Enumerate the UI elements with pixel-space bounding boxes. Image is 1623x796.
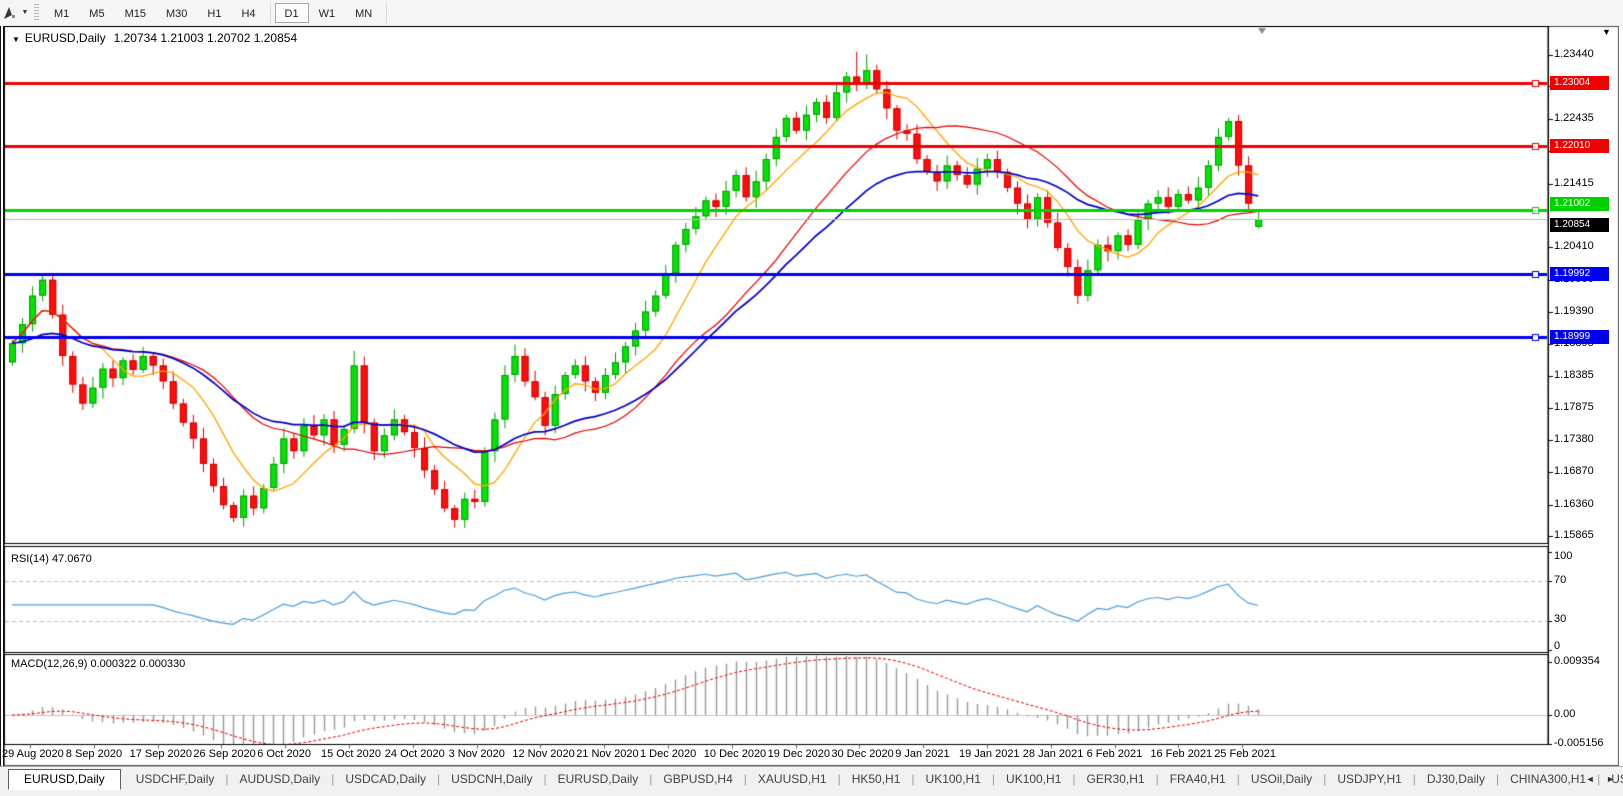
toolbar-separator xyxy=(386,2,388,23)
date-tick-label: 12 Nov 2020 xyxy=(512,748,575,760)
hline-price-tag[interactable]: 1.18999 xyxy=(1550,329,1609,344)
chart-shift-marker-icon[interactable]: ▼ xyxy=(1602,27,1611,37)
chart-tab[interactable]: DJ30,Daily xyxy=(1416,769,1496,789)
timeframe-button-H1[interactable]: H1 xyxy=(197,3,231,23)
chart-tab[interactable]: USOil,Daily xyxy=(1240,769,1323,789)
timeframe-button-D1[interactable]: D1 xyxy=(274,2,309,23)
date-tick-label: 8 Sep 2020 xyxy=(65,748,123,760)
timeframe-buttons-group: M1 M5 M15 M30 H1 H4 D1 W1 MN xyxy=(44,2,382,23)
date-tick-label: 9 Jan 2021 xyxy=(895,748,950,760)
date-tick-label: 29 Aug 2020 xyxy=(2,748,64,760)
price-tick-label: 1.16360 xyxy=(1554,497,1594,510)
chart-tab[interactable]: XAUUSD,H1 xyxy=(747,769,838,789)
hline-price-tag[interactable]: 1.21002 xyxy=(1550,196,1609,211)
drawing-tool-icon[interactable] xyxy=(1,4,19,22)
chart-title: ▼ EURUSD,Daily 1.20734 1.21003 1.20702 1.2… xyxy=(12,31,297,45)
macd-scale-min: -0.005156 xyxy=(1554,737,1604,749)
date-tick-label: 6 Feb 2021 xyxy=(1086,748,1143,760)
chart-tab[interactable]: HK50,H1 xyxy=(841,769,912,789)
rsi-tick-label: 0 xyxy=(1554,640,1561,652)
chart-canvas[interactable] xyxy=(4,26,1619,766)
chart-window: ▼ EURUSD,Daily 1.20734 1.21003 1.20702 1.2… xyxy=(2,26,1619,766)
rsi-indicator-label: RSI(14) 47.0670 xyxy=(11,553,92,565)
chart-expand-icon[interactable]: ▼ xyxy=(12,35,20,44)
hline-price-tag[interactable]: 1.19992 xyxy=(1550,266,1609,281)
chart-tab[interactable]: EURUSD,Daily xyxy=(547,769,650,789)
chart-tab[interactable]: USDJPY,H1 xyxy=(1326,769,1412,789)
price-tick-label: 1.20410 xyxy=(1554,240,1594,253)
date-tick-label: 1 Dec 2020 xyxy=(640,748,697,760)
date-tick-label: 26 Sep 2020 xyxy=(193,748,256,760)
date-tick-label: 21 Nov 2020 xyxy=(576,748,639,760)
chart-tab[interactable]: UK100,H1 xyxy=(915,769,992,789)
price-tick-label: 1.21415 xyxy=(1554,176,1594,189)
timeframe-button-M5[interactable]: M5 xyxy=(79,3,114,23)
chart-tab-bar: EURUSD,Daily USDCHF,Daily | AUDUSD,Daily | US… xyxy=(0,766,1623,796)
macd-indicator-label: MACD(12,26,9) 0.000322 0.000330 xyxy=(11,658,186,670)
date-tick-label: 10 Dec 2020 xyxy=(703,748,767,760)
tabs-container: EURUSD,Daily USDCHF,Daily | AUDUSD,Daily | US… xyxy=(4,769,1623,790)
rsi-tick-label: 30 xyxy=(1554,613,1567,625)
timeframe-button-H4[interactable]: H4 xyxy=(231,3,265,23)
chart-tab[interactable]: USDCHF,Daily xyxy=(125,769,226,789)
price-tick-label: 1.16870 xyxy=(1554,465,1594,478)
macd-scale-zero: 0.00 xyxy=(1554,708,1576,720)
toolbar-grip[interactable] xyxy=(34,3,39,22)
tab-scroll-arrows: ◄ ► xyxy=(1577,774,1615,784)
toolbar-separator xyxy=(269,2,271,23)
chart-ohlc-values: 1.20734 1.21003 1.20702 1.20854 xyxy=(113,31,298,45)
timeframe-button-M30[interactable]: M30 xyxy=(156,3,197,23)
date-tick-label: 17 Sep 2020 xyxy=(129,748,192,760)
chart-tab[interactable]: USDCAD,Daily xyxy=(334,769,437,789)
chart-tab[interactable]: AUDUSD,Daily xyxy=(229,769,332,789)
timeframe-button-M1[interactable]: M1 xyxy=(44,3,79,23)
date-tick-label: 15 Oct 2020 xyxy=(321,748,381,760)
date-tick-label: 19 Jan 2021 xyxy=(959,748,1020,760)
tab-scroll-right-icon[interactable]: ► xyxy=(1606,774,1615,784)
macd-scale-max: 0.009354 xyxy=(1554,655,1600,667)
date-tick-label: 19 Dec 2020 xyxy=(767,748,830,760)
date-tick-label: 24 Oct 2020 xyxy=(384,748,445,760)
timeframe-toolbar: ▼ M1 M5 M15 M30 H1 H4 D1 W1 MN xyxy=(0,0,1623,26)
hline-price-tag[interactable]: 1.22010 xyxy=(1550,138,1609,153)
chart-tab[interactable]: USDCNH,Daily xyxy=(440,769,543,789)
price-tick-label: 1.15865 xyxy=(1554,528,1594,541)
rsi-tick-label: 100 xyxy=(1554,550,1573,562)
price-tick-label: 1.18385 xyxy=(1554,368,1594,381)
date-tick-label: 30 Dec 2020 xyxy=(831,748,894,760)
date-tick-label: 28 Jan 2021 xyxy=(1022,748,1084,760)
price-tick-label: 1.17875 xyxy=(1554,401,1594,414)
date-tick-label: 6 Oct 2020 xyxy=(257,748,312,760)
timeframe-button-MN[interactable]: MN xyxy=(345,3,382,23)
timeframe-button-W1[interactable]: W1 xyxy=(309,3,346,23)
chart-tab-active[interactable]: EURUSD,Daily xyxy=(8,769,121,790)
chart-tab[interactable]: GBPUSD,H4 xyxy=(652,769,743,789)
date-tick-label: 25 Feb 2021 xyxy=(1214,748,1276,760)
current-price-tag: 1.20854 xyxy=(1550,218,1609,233)
chart-tab[interactable]: GER30,H1 xyxy=(1076,769,1156,789)
date-tick-label: 16 Feb 2021 xyxy=(1150,748,1213,760)
date-tick-label: 3 Nov 2020 xyxy=(448,748,505,760)
chart-symbol-label: EURUSD,Daily xyxy=(24,31,106,45)
chart-tab[interactable]: UK100,H1 xyxy=(995,769,1072,789)
price-tick-label: 1.19390 xyxy=(1554,305,1594,318)
price-tick-label: 1.23440 xyxy=(1554,48,1594,60)
price-tick-label: 1.17380 xyxy=(1554,432,1594,445)
chart-tab[interactable]: FRA40,H1 xyxy=(1159,769,1237,789)
rsi-tick-label: 70 xyxy=(1554,574,1567,586)
chevron-down-icon[interactable]: ▼ xyxy=(19,9,31,16)
price-tick-label: 1.22435 xyxy=(1554,111,1594,124)
mt4-application: ▼ M1 M5 M15 M30 H1 H4 D1 W1 MN ▼ EURUSD,Daily 1.20… xyxy=(0,0,1623,796)
tab-scroll-left-icon[interactable]: ◄ xyxy=(1586,774,1595,784)
hline-price-tag[interactable]: 1.23004 xyxy=(1550,75,1609,90)
timeframe-button-M15[interactable]: M15 xyxy=(115,3,156,23)
